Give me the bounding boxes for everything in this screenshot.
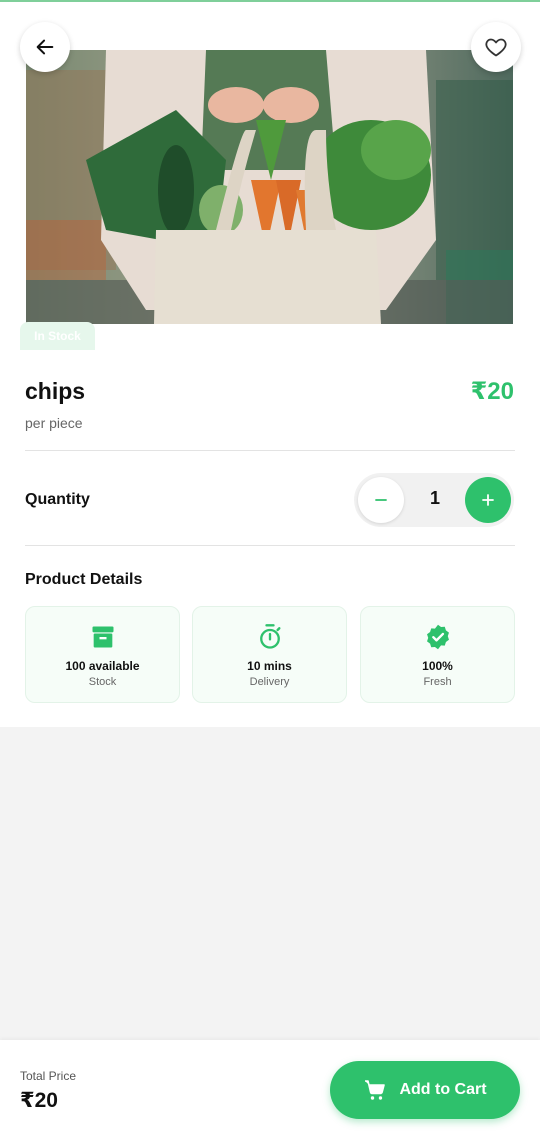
stopwatch-icon [259, 624, 280, 649]
freshness-value: 100% [422, 659, 453, 673]
quantity-label: Quantity [25, 491, 90, 508]
stock-detail-card: 100 available Stock [25, 606, 180, 703]
favorite-button[interactable] [471, 22, 521, 72]
total-price-label: Total Price [20, 1069, 77, 1083]
delivery-detail-card: 10 mins Delivery [192, 606, 347, 703]
freshness-label: Fresh [423, 676, 452, 688]
product-image [26, 50, 513, 324]
quantity-stepper: 1 [354, 473, 514, 527]
product-detail-panel: In Stock chips ₹20 per piece Quantity 1 … [0, 2, 540, 727]
cart-icon [365, 1080, 386, 1100]
heart-outline-icon [485, 38, 507, 57]
archive-box-icon [92, 626, 113, 648]
product-name: chips [25, 378, 86, 404]
stock-value: 100 available [65, 659, 140, 673]
increase-quantity-button[interactable] [465, 477, 511, 523]
product-unit: per piece [25, 415, 83, 431]
stock-badge: In Stock [20, 322, 95, 350]
total-price-value: ₹20 [20, 1089, 58, 1112]
add-to-cart-button[interactable]: Add to Cart [330, 1061, 520, 1119]
divider [25, 450, 515, 451]
checkout-bar: Total Price ₹20 Add to Cart [0, 1040, 540, 1140]
verified-badge-icon [426, 624, 449, 650]
product-price: ₹20 [470, 378, 514, 405]
minus-icon [375, 499, 387, 501]
divider [25, 545, 515, 546]
add-to-cart-label: Add to Cart [399, 1081, 487, 1098]
arrow-left-icon [36, 39, 54, 55]
quantity-value: 1 [429, 488, 440, 508]
decrease-quantity-button[interactable] [358, 477, 404, 523]
back-button[interactable] [20, 22, 70, 72]
delivery-value: 10 mins [247, 659, 292, 673]
product-details-title: Product Details [25, 571, 143, 588]
delivery-label: Delivery [249, 676, 290, 688]
stock-label: Stock [88, 676, 117, 688]
freshness-detail-card: 100% Fresh [360, 606, 515, 703]
plus-icon [482, 494, 494, 506]
